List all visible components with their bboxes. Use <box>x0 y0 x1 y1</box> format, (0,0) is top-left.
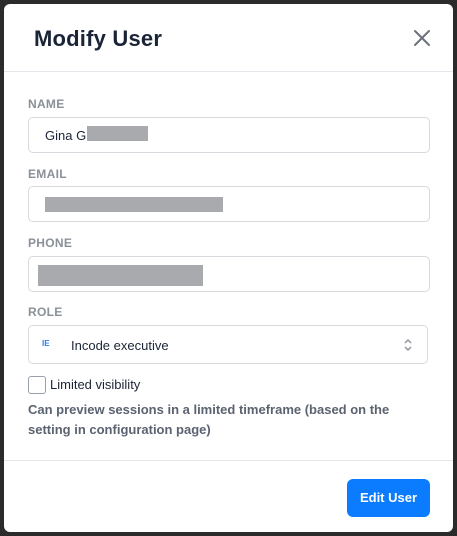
name-label: NAME <box>28 97 65 111</box>
redacted-block <box>87 126 148 141</box>
redacted-block <box>38 265 203 286</box>
close-icon <box>414 30 430 46</box>
limited-visibility-label[interactable]: Limited visibility <box>50 377 140 392</box>
role-label: ROLE <box>28 305 63 319</box>
name-value: Gina G <box>45 128 87 143</box>
dialog-header: Modify User <box>4 4 453 72</box>
phone-input[interactable] <box>28 256 430 292</box>
limited-visibility-checkbox[interactable] <box>28 376 46 394</box>
email-input[interactable] <box>28 186 430 222</box>
modify-user-dialog: Modify User NAME Gina G EMAIL PHONE ROLE… <box>4 4 453 532</box>
role-badge: IE <box>42 339 50 348</box>
name-input[interactable]: Gina G <box>28 117 430 153</box>
edit-user-button[interactable]: Edit User <box>347 479 430 517</box>
email-label: EMAIL <box>28 167 67 181</box>
phone-label: PHONE <box>28 236 73 250</box>
role-value: Incode executive <box>71 338 169 353</box>
updown-chevron-icon <box>404 339 412 351</box>
role-select[interactable]: IE Incode executive <box>28 325 428 364</box>
close-button[interactable] <box>413 29 431 47</box>
redacted-block <box>45 197 223 212</box>
dialog-title: Modify User <box>34 26 163 51</box>
limited-visibility-help: Can preview sessions in a limited timefr… <box>28 402 390 437</box>
